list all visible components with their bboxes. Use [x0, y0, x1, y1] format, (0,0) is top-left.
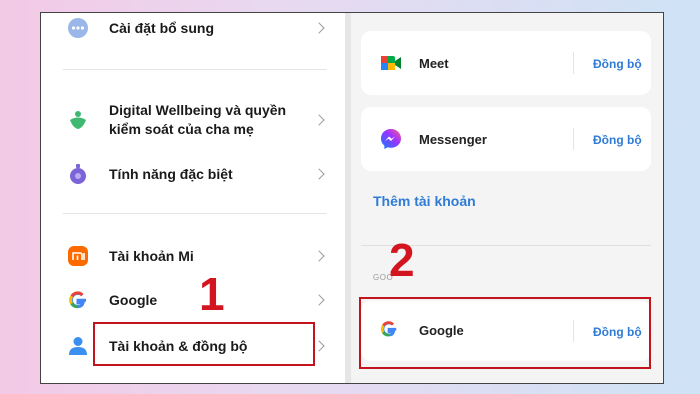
account-name: Messenger — [419, 132, 487, 147]
special-features-icon — [70, 164, 86, 184]
settings-item-label: Digital Wellbeing và quyền — [109, 102, 287, 118]
account-card-meet[interactable]: Meet Đồng bộ — [361, 31, 651, 95]
accounts-panel: Meet Đồng bộ Messenger Đồng bộ Thêm tài … — [351, 13, 663, 383]
messenger-icon — [381, 129, 401, 149]
mi-icon — [68, 246, 88, 266]
settings-list: Cài đặt bổ sung Digital Wellbeing và quy… — [41, 13, 345, 383]
chevron-right-icon — [313, 114, 325, 126]
step-number-1: 1 — [199, 268, 225, 320]
account-card-messenger[interactable]: Messenger Đồng bộ — [361, 107, 651, 171]
settings-item-additional[interactable]: Cài đặt bổ sung — [41, 13, 345, 45]
highlight-box-accounts-sync — [93, 322, 315, 366]
chevron-right-icon — [313, 294, 325, 306]
divider — [63, 69, 327, 70]
settings-item-special-features[interactable]: Tính năng đặc biệt — [41, 159, 345, 191]
card-divider — [573, 52, 574, 74]
screenshot-frame: Cài đặt bổ sung Digital Wellbeing và quy… — [40, 12, 664, 384]
settings-item-label: Google — [109, 292, 158, 308]
meet-icon — [381, 56, 401, 70]
account-icon — [69, 337, 87, 355]
settings-item-google[interactable]: Google — [41, 285, 345, 317]
settings-item-mi-account[interactable]: Tài khoản Mi — [41, 241, 345, 273]
sync-button[interactable]: Đồng bộ — [593, 57, 642, 71]
highlight-box-google — [359, 297, 651, 369]
settings-item-digital-wellbeing[interactable]: Digital Wellbeing và quyền kiểm soát của… — [41, 97, 345, 143]
settings-item-label: kiểm soát của cha mẹ — [109, 121, 254, 137]
card-divider — [573, 128, 574, 150]
chevron-right-icon — [313, 340, 325, 352]
step-number-2: 2 — [389, 234, 415, 286]
settings-item-label: Tính năng đặc biệt — [109, 166, 233, 182]
chevron-right-icon — [313, 168, 325, 180]
google-icon — [69, 291, 86, 309]
settings-item-label: Cài đặt bổ sung — [109, 20, 214, 36]
account-name: Meet — [419, 56, 449, 71]
divider — [63, 213, 327, 214]
add-account-link[interactable]: Thêm tài khoản — [373, 193, 476, 209]
chevron-right-icon — [313, 22, 325, 34]
dots-icon — [68, 18, 88, 38]
wellbeing-icon — [70, 111, 86, 129]
chevron-right-icon — [313, 250, 325, 262]
settings-item-label: Tài khoản Mi — [109, 248, 194, 264]
sync-button[interactable]: Đồng bộ — [593, 133, 642, 147]
